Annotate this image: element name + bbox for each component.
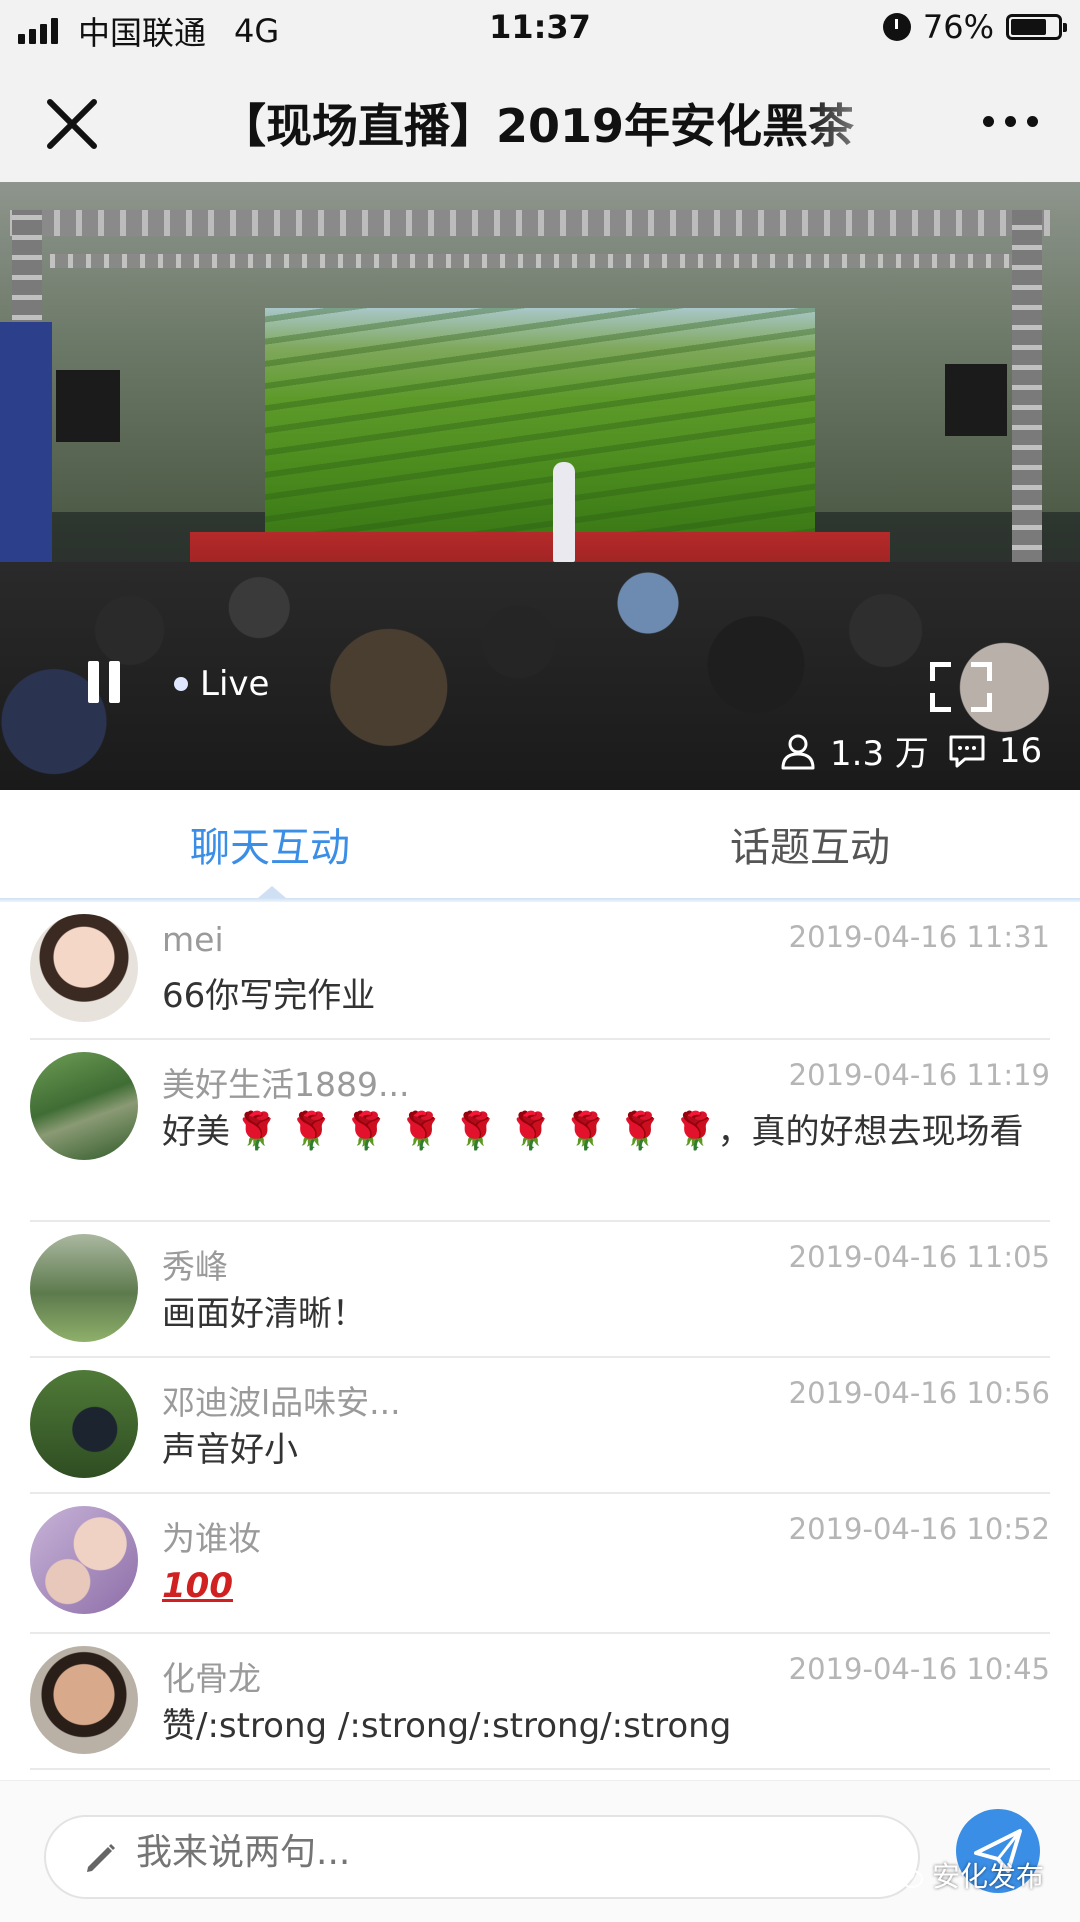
message-author: 秀峰 xyxy=(162,1247,228,1286)
stage-truss xyxy=(10,210,1050,236)
list-item: mei 2019-04-16 11:31 66你写完作业 xyxy=(30,902,1050,1040)
rose-emoji: 🌹 xyxy=(343,1111,389,1152)
message-author: 为谁妆 xyxy=(162,1519,261,1558)
rose-emoji-group: 🌹 🌹 🌹 🌹 🌹 🌹 🌹 🌹 🌹 xyxy=(230,1111,718,1152)
rose-emoji: 🌹 xyxy=(234,1111,279,1152)
speaker-left xyxy=(56,370,120,442)
avatar[interactable] xyxy=(30,1234,138,1342)
message-time: 2019-04-16 11:05 xyxy=(788,1240,1050,1274)
live-video-player[interactable] xyxy=(0,182,1080,790)
rose-emoji: 🌹 xyxy=(617,1111,663,1152)
status-bar: 中国联通 4G 11:37 76% xyxy=(0,0,1080,60)
wechat-icon xyxy=(889,1861,923,1888)
battery-icon xyxy=(1006,14,1067,40)
avatar[interactable] xyxy=(30,1646,138,1754)
more-icon xyxy=(983,116,994,127)
message-time: 2019-04-16 11:31 xyxy=(788,920,1050,954)
fullscreen-icon-corner xyxy=(971,693,992,712)
avatar[interactable] xyxy=(30,914,138,1022)
message-time: 2019-04-16 10:45 xyxy=(788,1652,1050,1686)
message-text: 66你写完作业 xyxy=(162,976,376,1016)
message-author: 邓迪波l品味安... xyxy=(162,1383,401,1422)
side-banner xyxy=(0,322,52,582)
list-item: 为谁妆 2019-04-16 10:52 100 xyxy=(30,1492,1050,1634)
live-dot-icon xyxy=(174,677,188,691)
chat-list[interactable]: mei 2019-04-16 11:31 66你写完作业 美好生活1889...… xyxy=(0,902,1080,1780)
message-author: mei xyxy=(162,920,224,959)
interaction-tabs: 聊天互动 话题互动 xyxy=(0,790,1080,898)
rose-emoji: 🌹 xyxy=(672,1111,718,1152)
fullscreen-icon xyxy=(930,662,951,681)
comment-icon xyxy=(949,735,985,767)
message-time: 2019-04-16 10:52 xyxy=(788,1512,1050,1546)
rose-emoji: 🌹 xyxy=(288,1111,334,1152)
status-right: 76% xyxy=(882,8,1067,46)
watermark: 安化发布 xyxy=(888,1855,1044,1895)
rose-emoji: 🌹 xyxy=(398,1111,444,1152)
comment-count: 16 xyxy=(998,730,1043,771)
fullscreen-icon-corner xyxy=(971,662,992,681)
rose-emoji: 🌹 xyxy=(562,1111,608,1152)
alarm-icon xyxy=(882,13,911,41)
message-author: 美好生活1889... xyxy=(162,1065,410,1104)
pencil-icon xyxy=(87,1844,115,1872)
performer xyxy=(553,462,575,562)
avatar[interactable] xyxy=(30,1506,138,1614)
close-icon xyxy=(47,99,97,149)
nav-bar: 【现场直播】2019年安化黑茶 xyxy=(0,60,1080,182)
avatar[interactable] xyxy=(30,1370,138,1478)
viewer-icon xyxy=(781,734,815,769)
live-indicator: Live xyxy=(174,664,269,704)
tab-topic[interactable]: 话题互动 xyxy=(540,790,1080,898)
viewer-count: 1.3 万 xyxy=(830,734,929,774)
message-text-prefix: 好美 xyxy=(162,1112,230,1152)
fullscreen-button[interactable] xyxy=(930,662,992,712)
speaker-right xyxy=(945,364,1007,436)
page-title: 【现场直播】2019年安化黑茶 xyxy=(220,99,855,153)
list-item: 秀峰 2019-04-16 11:05 画面好清晰！ xyxy=(30,1220,1050,1358)
active-tab-indicator xyxy=(258,886,286,898)
message-time: 2019-04-16 10:56 xyxy=(788,1376,1050,1410)
comment-input-box[interactable] xyxy=(44,1815,920,1899)
more-button[interactable] xyxy=(983,116,1038,127)
video-stats: 1.3 万 16 xyxy=(778,726,1042,775)
list-item: 邓迪波l品味安... 2019-04-16 10:56 声音好小 xyxy=(30,1356,1050,1494)
battery-fill xyxy=(1011,19,1046,35)
stage-screen xyxy=(265,308,815,534)
stage-truss-lower xyxy=(50,254,1040,268)
message-text: 100 xyxy=(162,1562,1050,1610)
message-text: 好美 🌹 🌹 🌹 🌹 🌹 🌹 🌹 🌹 🌹，真的好想去现场看 xyxy=(162,1108,1050,1156)
message-author: 化骨龙 xyxy=(162,1659,261,1698)
list-item: 美好生活1889... 2019-04-16 11:19 好美 🌹 🌹 🌹 🌹 🌹 🌹 🌹 🌹 🌹… xyxy=(30,1038,1050,1222)
comment-input-bar: 安化发布 xyxy=(0,1780,1080,1922)
message-text-suffix: ，真的好想去现场看 xyxy=(717,1112,1024,1152)
list-item: 化骨龙 2019-04-16 10:45 赞/:strong /:strong/… xyxy=(30,1632,1050,1770)
rose-emoji: 🌹 xyxy=(453,1111,499,1152)
tab-chat[interactable]: 聊天互动 xyxy=(0,790,540,898)
rose-emoji: 🌹 xyxy=(508,1111,553,1152)
comment-input[interactable] xyxy=(134,1831,878,1874)
watermark-text: 安化发布 xyxy=(932,1860,1045,1893)
message-text: 声音好小 xyxy=(162,1430,298,1470)
message-time: 2019-04-16 11:19 xyxy=(788,1058,1050,1092)
fullscreen-icon-corner xyxy=(930,693,951,712)
close-button[interactable] xyxy=(42,94,102,154)
message-text: 画面好清晰！ xyxy=(162,1294,366,1334)
avatar[interactable] xyxy=(30,1052,138,1160)
pause-button[interactable] xyxy=(88,661,120,703)
hundred-points-emoji: 100 xyxy=(162,1566,233,1606)
pause-icon xyxy=(88,661,99,703)
battery-percent: 76% xyxy=(922,8,994,46)
message-text: 赞/:strong /:strong/:strong/:strong xyxy=(162,1706,732,1746)
live-label: Live xyxy=(200,664,270,704)
